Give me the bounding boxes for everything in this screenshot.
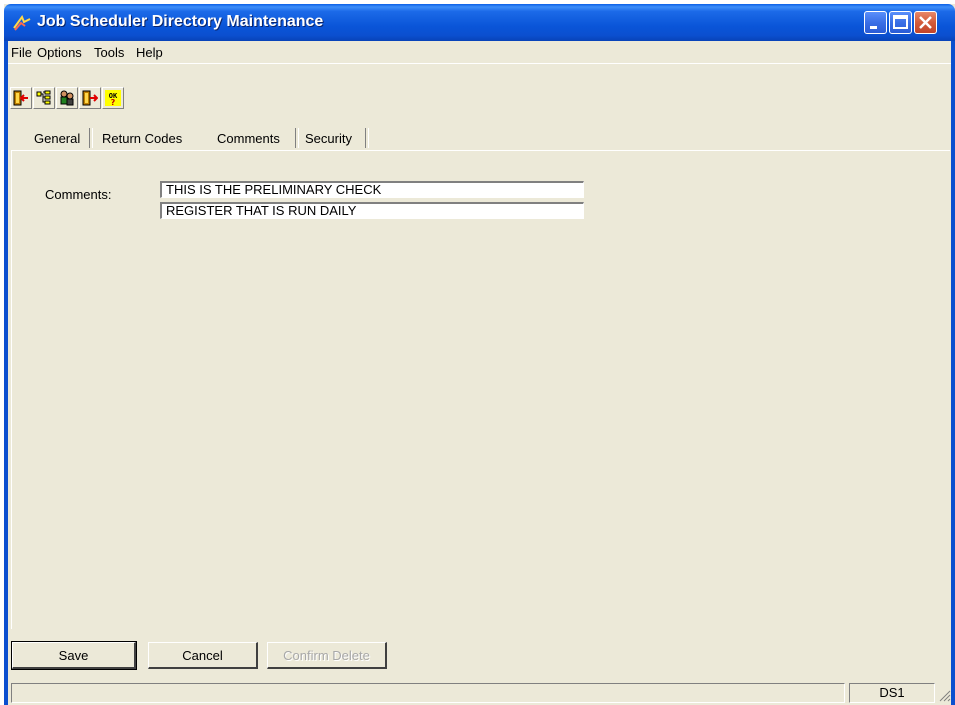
- menu-help[interactable]: Help: [136, 45, 163, 60]
- ok-help-button[interactable]: OK ?: [102, 87, 124, 109]
- window-frame-right: [951, 41, 955, 705]
- status-database: DS1: [849, 683, 935, 703]
- maximize-button[interactable]: [889, 11, 912, 34]
- minimize-button[interactable]: [864, 11, 887, 34]
- menu-options[interactable]: Options: [37, 45, 82, 60]
- save-button[interactable]: Save: [11, 641, 137, 670]
- window-title: Job Scheduler Directory Maintenance: [37, 13, 324, 30]
- tab-separator: [89, 128, 93, 148]
- tab-panel-comments: [11, 150, 950, 629]
- maximize-icon: [893, 15, 908, 29]
- users-button[interactable]: [56, 87, 78, 109]
- tab-separator: [365, 128, 369, 148]
- exit-left-icon: [13, 90, 28, 106]
- tab-return-codes[interactable]: Return Codes: [102, 124, 206, 150]
- tab-comments[interactable]: Comments: [217, 124, 305, 150]
- tab-general[interactable]: General: [34, 124, 93, 150]
- svg-text:?: ?: [111, 98, 116, 106]
- menu-file[interactable]: File: [11, 45, 32, 60]
- menu-bar: File Options Tools Help: [8, 41, 951, 64]
- menu-tools[interactable]: Tools: [94, 45, 124, 60]
- window-frame-left: [4, 41, 8, 705]
- exit-right-icon: [82, 90, 98, 106]
- comment-line-1[interactable]: THIS IS THE PRELIMINARY CHECK: [160, 181, 584, 198]
- toolbar: OK ?: [8, 67, 951, 109]
- tab-comments-label: Comments: [217, 131, 280, 146]
- status-bar: DS1: [8, 681, 951, 705]
- tree-icon: [36, 90, 51, 105]
- close-button[interactable]: [914, 11, 937, 34]
- tab-separator: [295, 128, 299, 148]
- confirm-delete-button[interactable]: Confirm Delete: [267, 642, 387, 669]
- exit-right-button[interactable]: [79, 87, 101, 109]
- users-icon: [60, 90, 74, 106]
- tree-view-button[interactable]: [33, 87, 55, 109]
- status-message: [11, 683, 845, 703]
- tab-return-codes-label: Return Codes: [102, 131, 183, 146]
- minimize-icon: [870, 26, 877, 29]
- resize-grip-icon[interactable]: [938, 689, 952, 703]
- tab-security[interactable]: Security: [305, 124, 373, 150]
- ok-help-icon: OK ?: [105, 90, 121, 106]
- tab-general-label: General: [34, 131, 81, 146]
- application-window: Job Scheduler Directory Maintenance File…: [4, 4, 955, 705]
- title-bar[interactable]: Job Scheduler Directory Maintenance: [4, 4, 955, 41]
- app-icon: [13, 14, 31, 31]
- comments-label: Comments:: [45, 187, 112, 202]
- close-icon: [919, 16, 932, 29]
- comment-line-2[interactable]: REGISTER THAT IS RUN DAILY: [160, 202, 584, 219]
- tab-security-label: Security: [305, 131, 352, 146]
- cancel-button[interactable]: Cancel: [148, 642, 258, 669]
- exit-left-button[interactable]: [10, 87, 32, 109]
